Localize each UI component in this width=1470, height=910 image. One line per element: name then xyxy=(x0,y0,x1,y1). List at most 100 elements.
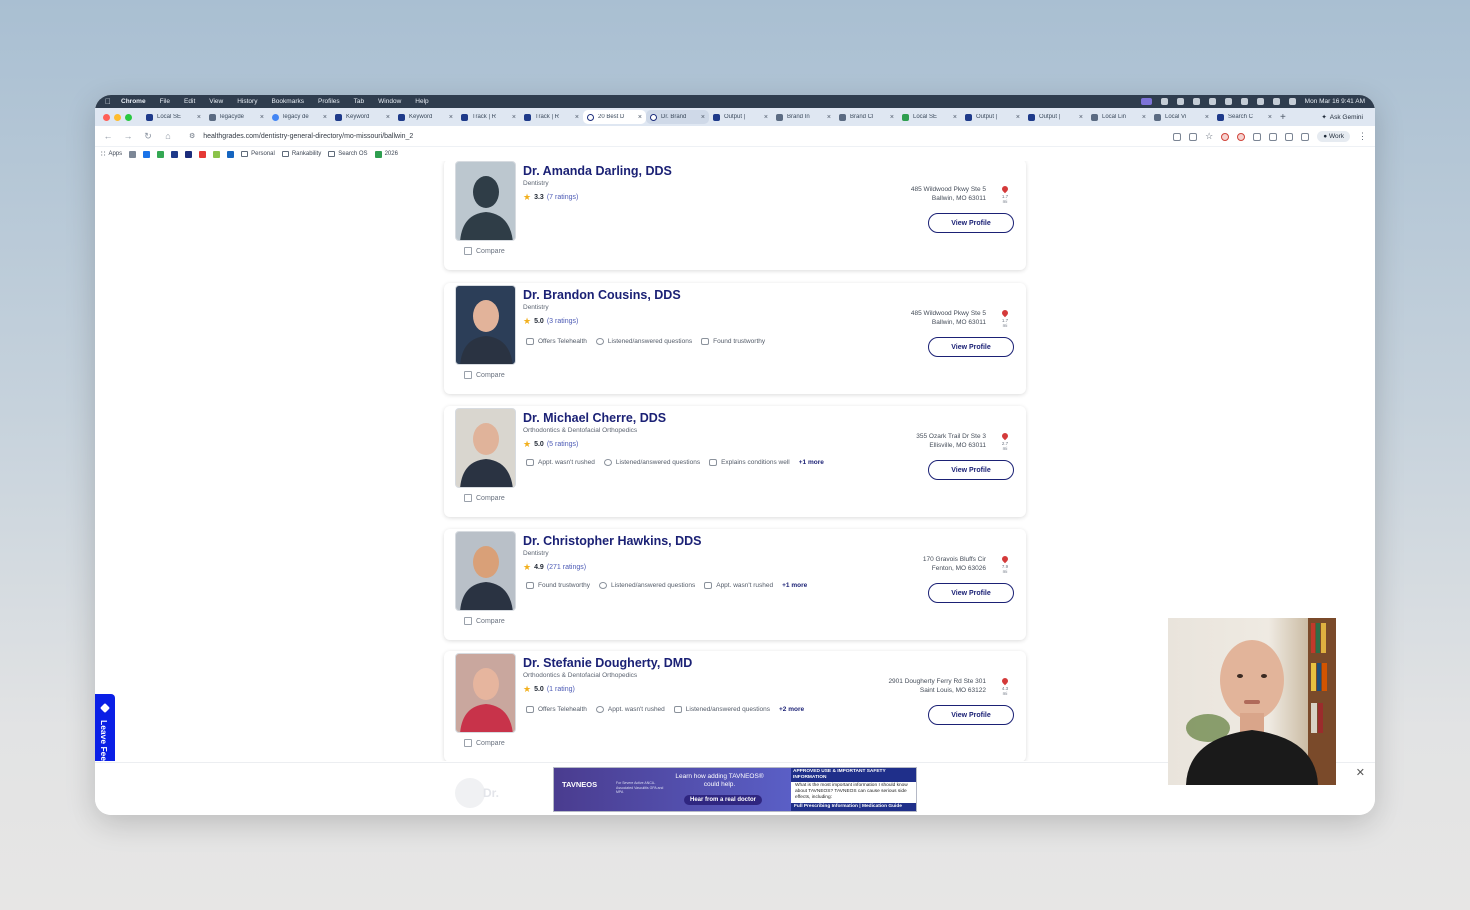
tab-close-icon[interactable]: × xyxy=(1016,114,1020,121)
tab-close-icon[interactable]: × xyxy=(1079,114,1083,121)
more-attributes-link[interactable]: +2 more xyxy=(779,706,804,713)
camera-icon[interactable] xyxy=(1253,132,1262,141)
tab-close-icon[interactable]: × xyxy=(638,114,642,121)
ratings-count-link[interactable]: (3 ratings) xyxy=(547,318,579,325)
sparkle-icon[interactable] xyxy=(1224,98,1232,105)
tab-15[interactable]: Local Lin × xyxy=(1087,110,1150,124)
password-icon[interactable] xyxy=(1189,132,1198,141)
bookmark-drive-icon[interactable] xyxy=(157,150,165,158)
tab-3[interactable]: Keyword × xyxy=(331,110,394,124)
edit-icon[interactable] xyxy=(1301,132,1310,141)
tab-close-icon[interactable]: × xyxy=(701,114,705,121)
close-ad-icon[interactable]: ✕ xyxy=(1356,766,1365,779)
apple-icon[interactable]:  xyxy=(105,97,113,106)
stats-icon[interactable] xyxy=(1192,98,1200,105)
doctor-name-link[interactable]: Dr. Christopher Hawkins, DDS xyxy=(523,534,702,548)
bookmark-folder-personal[interactable]: Personal xyxy=(241,151,275,157)
ask-gemini-button[interactable]: ✦ Ask Gemini xyxy=(1315,110,1369,124)
menu-help[interactable]: Help xyxy=(415,98,428,105)
bookmark-icon-5[interactable] xyxy=(185,150,193,158)
leave-feedback-tab[interactable]: Leave Feedback xyxy=(95,694,115,761)
tab-close-icon[interactable]: × xyxy=(197,114,201,121)
ratings-count-link[interactable]: (7 ratings) xyxy=(547,194,579,201)
tab-11[interactable]: Brand Cl × xyxy=(835,110,898,124)
reload-icon[interactable]: ↻ xyxy=(143,131,153,142)
doctor-photo[interactable] xyxy=(455,285,516,365)
doctor-name-link[interactable]: Dr. Stefanie Dougherty, DMD xyxy=(523,656,692,670)
doctor-name-link[interactable]: Dr. Michael Cherre, DDS xyxy=(523,411,666,425)
more-attributes-link[interactable]: +1 more xyxy=(799,459,824,466)
address-bar[interactable]: ⚙ healthgrades.com/dentistry-general-dir… xyxy=(189,132,413,140)
clock[interactable]: Mon Mar 16 9:41 AM xyxy=(1305,98,1365,105)
tab-7[interactable]: 20 Best D × xyxy=(583,110,646,124)
compare-checkbox[interactable]: Compare xyxy=(464,739,505,747)
compare-checkbox[interactable]: Compare xyxy=(464,494,505,502)
back-icon[interactable]: ← xyxy=(103,131,113,141)
ad-cta-button[interactable]: Hear from a real doctor xyxy=(684,795,763,805)
bookmark-star-icon[interactable]: ☆ xyxy=(1205,131,1213,142)
menu-view[interactable]: View xyxy=(209,98,223,105)
doctor-photo[interactable] xyxy=(455,653,516,733)
extension-icon[interactable] xyxy=(1176,98,1184,105)
bookmark-folder-search-os[interactable]: Search OS xyxy=(328,151,368,157)
home-icon[interactable]: ⌂ xyxy=(163,131,173,141)
checkbox-icon[interactable] xyxy=(464,371,472,379)
ratings-count-link[interactable]: (271 ratings) xyxy=(547,564,586,571)
search-icon[interactable] xyxy=(1272,98,1280,105)
bookmark-icon-8[interactable] xyxy=(227,150,235,158)
menu-tab[interactable]: Tab xyxy=(354,98,364,105)
bookmark-icon-6[interactable] xyxy=(199,150,207,158)
checkbox-icon[interactable] xyxy=(464,494,472,502)
tab-close-icon[interactable]: × xyxy=(764,114,768,121)
ratings-count-link[interactable]: (1 rating) xyxy=(547,686,575,693)
menu-window[interactable]: Window xyxy=(378,98,401,105)
compare-checkbox[interactable]: Compare xyxy=(464,617,505,625)
tab-16[interactable]: Local Vi × xyxy=(1150,110,1213,124)
extension-red-icon[interactable] xyxy=(1221,132,1230,141)
tab-close-icon[interactable]: × xyxy=(323,114,327,121)
tab-close-icon[interactable]: × xyxy=(449,114,453,121)
tab-8[interactable]: Dr. Brand × xyxy=(646,110,709,124)
menu-history[interactable]: History xyxy=(237,98,257,105)
more-attributes-link[interactable]: +1 more xyxy=(782,582,807,589)
wifi-icon[interactable] xyxy=(1256,98,1264,105)
checkbox-icon[interactable] xyxy=(464,247,472,255)
menu-profiles[interactable]: Profiles xyxy=(318,98,340,105)
compare-checkbox[interactable]: Compare xyxy=(464,371,505,379)
tab-close-icon[interactable]: × xyxy=(953,114,957,121)
tab-9[interactable]: Output | × xyxy=(709,110,772,124)
app-icon[interactable] xyxy=(1208,98,1216,105)
view-profile-button[interactable]: View Profile xyxy=(928,705,1014,725)
menu-edit[interactable]: Edit xyxy=(184,98,195,105)
tab-close-icon[interactable]: × xyxy=(260,114,264,121)
doctor-name-link[interactable]: Dr. Amanda Darling, DDS xyxy=(523,164,672,178)
view-profile-button[interactable]: View Profile xyxy=(928,337,1014,357)
checkbox-icon[interactable] xyxy=(464,617,472,625)
menu-chrome[interactable]: Chrome xyxy=(121,98,146,105)
tab-10[interactable]: Brand In × xyxy=(772,110,835,124)
tab-close-icon[interactable]: × xyxy=(1268,114,1272,121)
minimize-window-icon[interactable] xyxy=(114,113,121,121)
doctor-photo[interactable] xyxy=(455,531,516,611)
tab-close-icon[interactable]: × xyxy=(1142,114,1146,121)
bookmark-folder-rankability[interactable]: Rankability xyxy=(281,151,321,157)
compare-checkbox[interactable]: Compare xyxy=(464,247,505,255)
close-window-icon[interactable] xyxy=(103,113,110,121)
tab-0[interactable]: Local SE × xyxy=(142,110,205,124)
ad-banner[interactable]: TAVNEOS For Severe Active ANCA-Associate… xyxy=(553,767,917,812)
tab-close-icon[interactable]: × xyxy=(1205,114,1209,121)
checkbox-icon[interactable] xyxy=(464,739,472,747)
maximize-window-icon[interactable] xyxy=(125,113,132,121)
tab-close-icon[interactable]: × xyxy=(827,114,831,121)
tab-12[interactable]: Local SE × xyxy=(898,110,961,124)
tab-close-icon[interactable]: × xyxy=(386,114,390,121)
tab-14[interactable]: Output | × xyxy=(1024,110,1087,124)
tab-13[interactable]: Output | × xyxy=(961,110,1024,124)
tab-close-icon[interactable]: × xyxy=(512,114,516,121)
menu-bookmarks[interactable]: Bookmarks xyxy=(271,98,304,105)
doctor-photo[interactable] xyxy=(455,408,516,488)
bookmark-folder-2026[interactable]: 2026 xyxy=(374,150,398,158)
forward-icon[interactable]: → xyxy=(123,131,133,141)
ad-footer-links[interactable]: Full Prescribing Information | Medicatio… xyxy=(791,803,916,811)
screen-record-icon[interactable] xyxy=(1140,98,1152,105)
